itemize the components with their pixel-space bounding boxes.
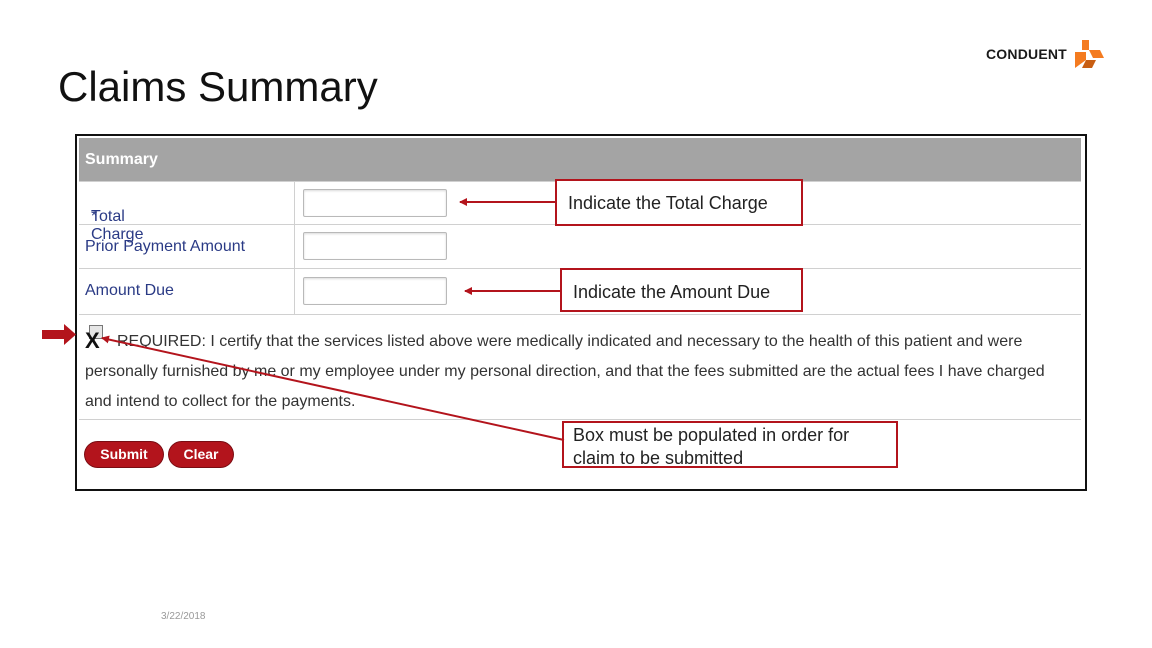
left-pointer-arrow bbox=[42, 324, 76, 345]
x-mark: X bbox=[85, 328, 100, 353]
annotation-arrows bbox=[42, 198, 565, 441]
checkbox-arrow bbox=[101, 335, 565, 441]
slide-date: 3/22/2018 bbox=[161, 611, 206, 622]
